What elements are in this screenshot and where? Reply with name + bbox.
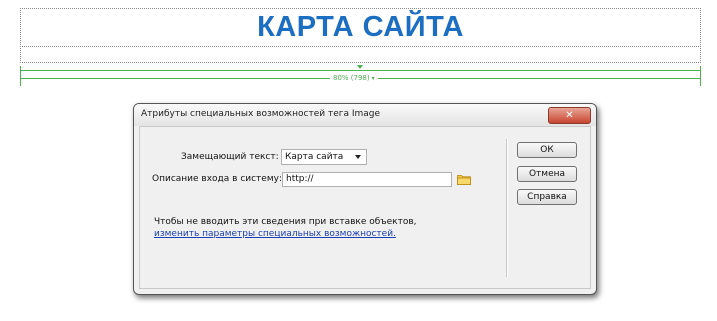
- chevron-down-icon: [355, 155, 361, 159]
- change-accessibility-settings-link[interactable]: изменить параметры специальных возможнос…: [154, 229, 396, 239]
- note-text: Чтобы не вводить эти сведения при вставк…: [154, 217, 417, 227]
- close-icon: ✕: [565, 110, 574, 121]
- design-view: КАРТА САЙТА 80% (798) ▾: [20, 0, 701, 90]
- empty-row-cell[interactable]: [20, 46, 701, 63]
- vertical-divider: [506, 139, 508, 277]
- dialog-body: Замещающий текст: Карта сайта Описание в…: [139, 126, 591, 289]
- cancel-button[interactable]: Отмена: [517, 166, 577, 182]
- ruler-right-tick: [700, 66, 701, 86]
- ok-button[interactable]: ОК: [517, 142, 577, 158]
- ruler-left-tick: [20, 66, 21, 86]
- ruler-top-line: [20, 70, 701, 71]
- settings-note: Чтобы не вводить эти сведения при вставк…: [154, 216, 454, 240]
- close-button[interactable]: ✕: [548, 107, 591, 124]
- alt-text-select[interactable]: Карта сайта: [281, 149, 367, 165]
- heading-cell[interactable]: КАРТА САЙТА: [20, 8, 701, 47]
- dialog-titlebar[interactable]: Атрибуты специальных возможностей тега I…: [134, 104, 596, 126]
- ruler-width-label[interactable]: 80% (798) ▾: [330, 73, 378, 84]
- chevron-down-icon[interactable]: ▾: [372, 75, 375, 82]
- dialog-title: Атрибуты специальных возможностей тега I…: [141, 109, 381, 119]
- long-description-value: http://: [286, 174, 314, 184]
- long-description-input[interactable]: http://: [282, 172, 452, 187]
- chevron-down-icon[interactable]: [357, 65, 363, 69]
- page-heading: КАРТА САЙТА: [257, 11, 464, 43]
- table-width-ruler[interactable]: 80% (798) ▾: [20, 64, 701, 86]
- ruler-width-text: 80% (798): [333, 74, 370, 82]
- alt-text-value: Карта сайта: [285, 152, 344, 162]
- image-accessibility-dialog: Атрибуты специальных возможностей тега I…: [133, 103, 597, 295]
- folder-icon[interactable]: [457, 173, 471, 185]
- alt-text-label: Замещающий текст:: [181, 152, 279, 162]
- long-description-label: Описание входа в систему:: [152, 174, 282, 184]
- help-button[interactable]: Справка: [517, 189, 577, 205]
